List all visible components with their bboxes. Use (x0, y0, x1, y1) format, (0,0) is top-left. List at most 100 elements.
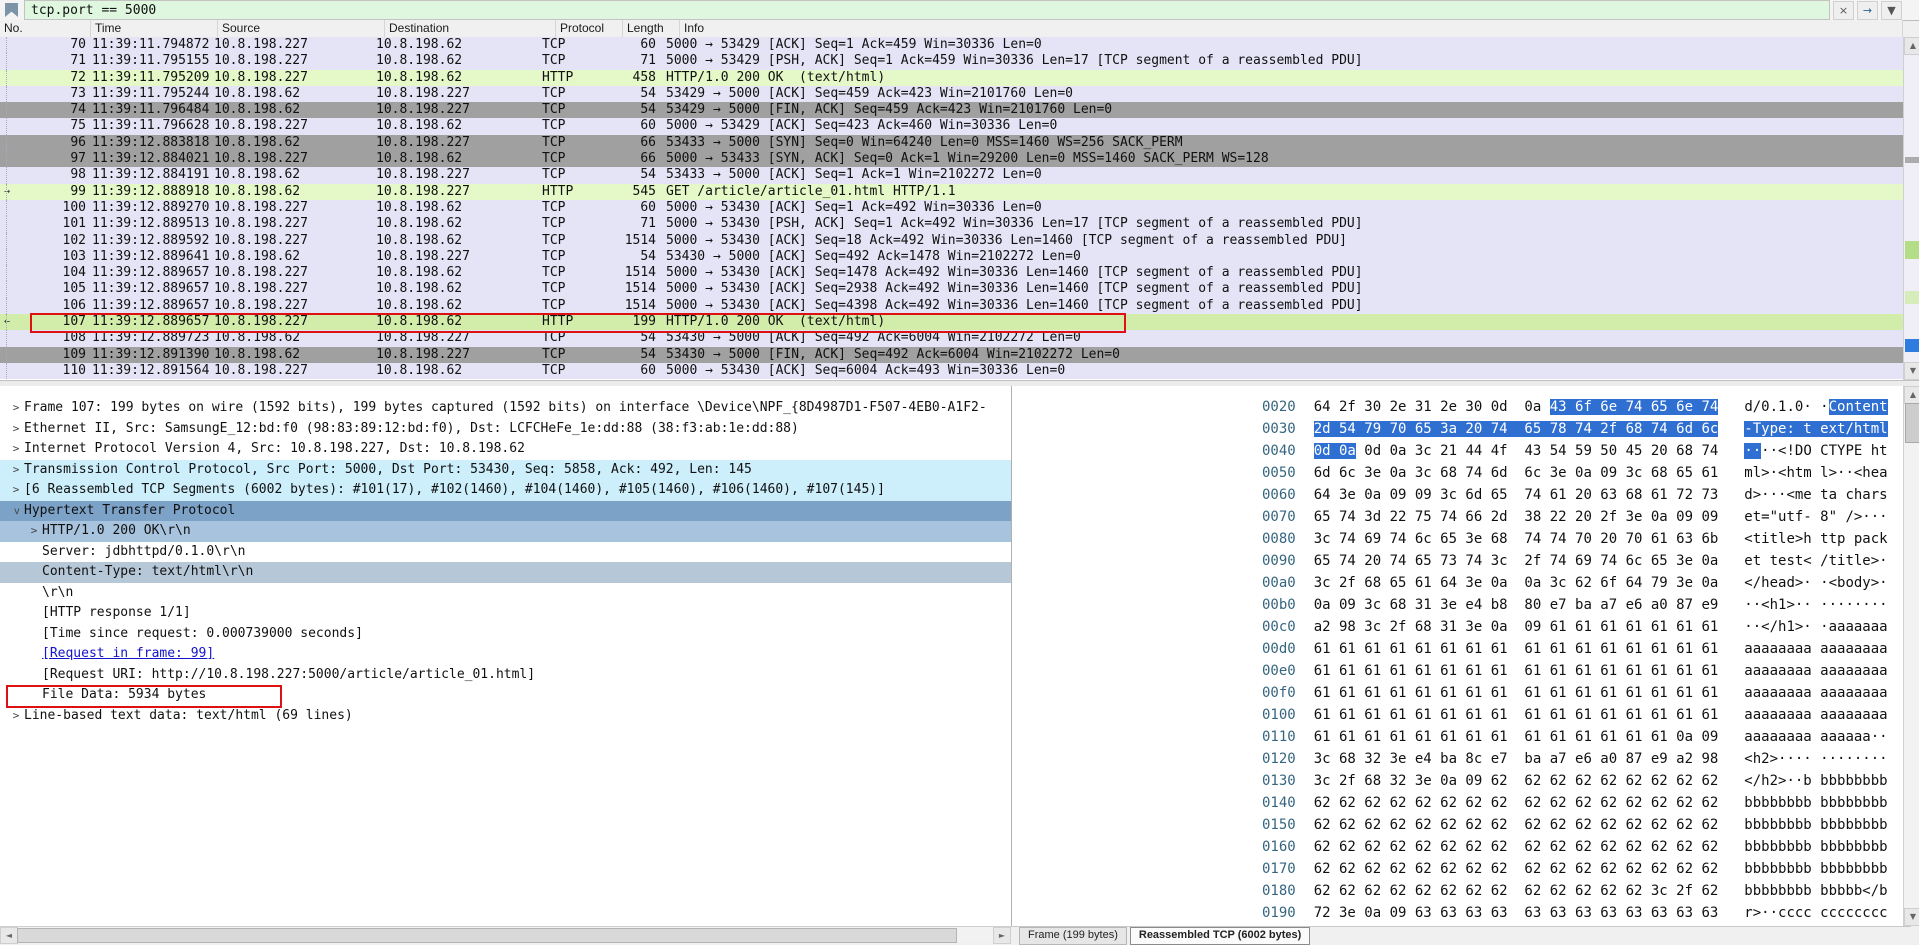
packet-list-header: No. Time Source Destination Protocol Len… (0, 20, 1903, 38)
detail-row[interactable]: > Ethernet II, Src: SamsungE_12:bd:f0 (98… (0, 419, 1011, 440)
detail-row[interactable]: > [6 Reassembled TCP Segments (6002 bytes… (0, 480, 1011, 501)
scrollbar-thumb[interactable] (1905, 403, 1919, 443)
hex-row-0170[interactable]: 0170 62 62 62 62 62 62 62 62 62 62 62 62 … (1262, 858, 1888, 880)
packet-row-72[interactable]: 72 11:39:11.795209 10.8.198.227 10.8.198.62… (0, 69, 1903, 86)
column-header-info[interactable]: Info (680, 20, 1903, 37)
hex-row-0160[interactable]: 0160 62 62 62 62 62 62 62 62 62 62 62 62 … (1262, 836, 1888, 858)
column-header-protocol[interactable]: Protocol (556, 20, 623, 37)
expander-icon[interactable]: > (8, 398, 24, 419)
display-filter-text: tcp.port == 5000 (31, 2, 157, 18)
hex-row-00e0[interactable]: 00e0 61 61 61 61 61 61 61 61 61 61 61 61 … (1262, 660, 1888, 682)
cell-len: 54 (640, 346, 656, 362)
packet-row-71[interactable]: 71 11:39:11.795155 10.8.198.227 10.8.198.62… (0, 53, 1903, 70)
expander-icon[interactable]: > (8, 419, 24, 440)
packet-list-scrollbar[interactable]: ▲ ▼ (1903, 37, 1919, 380)
hex-row-0100[interactable]: 0100 61 61 61 61 61 61 61 61 61 61 61 61 … (1262, 704, 1888, 726)
hex-row-0140[interactable]: 0140 62 62 62 62 62 62 62 62 62 62 62 62 … (1262, 792, 1888, 814)
packet-row-107[interactable]: ← 107 11:39:12.889657 10.8.198.227 10.8.198.… (0, 313, 1903, 334)
hex-row-00f0[interactable]: 00f0 61 61 61 61 61 61 61 61 61 61 61 61 … (1262, 682, 1888, 704)
hex-bytes: 64 2f 30 2e 31 2e 30 0d 0a 43 6f 6e 74 6… (1314, 399, 1719, 415)
detail-row[interactable]: [HTTP response 1/1] (0, 603, 1011, 624)
bytes-scrollbar[interactable]: ▲ ▼ (1903, 386, 1919, 926)
column-header-source[interactable]: Source (218, 20, 385, 37)
hex-row-0080[interactable]: 0080 3c 74 69 74 6c 65 3e 68 74 74 70 20 … (1262, 528, 1888, 550)
display-filter-input[interactable]: tcp.port == 5000 (24, 0, 1830, 20)
hex-row-00a0[interactable]: 00a0 3c 2f 68 65 61 64 3e 0a 0a 3c 62 6f … (1262, 572, 1888, 594)
packet-row-75[interactable]: 75 11:39:11.796628 10.8.198.227 10.8.198.62… (0, 118, 1903, 135)
expander-icon[interactable]: > (6, 503, 27, 519)
hex-row-0110[interactable]: 0110 61 61 61 61 61 61 61 61 61 61 61 61 … (1262, 726, 1888, 748)
hex-row-0150[interactable]: 0150 62 62 62 62 62 62 62 62 62 62 62 62 … (1262, 814, 1888, 836)
hex-row-0040[interactable]: 0040 0d 0a 0d 0a 3c 21 44 4f 43 54 59 50 … (1262, 440, 1888, 462)
detail-row[interactable]: > Hypertext Transfer Protocol (0, 500, 1011, 521)
hex-row-0020[interactable]: 0020 64 2f 30 2e 31 2e 30 0d 0a 43 6f 6e … (1262, 396, 1888, 418)
packet-row-104[interactable]: 104 11:39:12.889657 10.8.198.227 10.8.198.6… (0, 265, 1903, 282)
bytes-tab[interactable]: Frame (199 bytes) (1019, 927, 1127, 945)
packet-row-97[interactable]: 97 11:39:12.884021 10.8.198.227 10.8.198.62… (0, 151, 1903, 168)
hex-row-0090[interactable]: 0090 65 74 20 74 65 73 74 3c 2f 74 69 74 … (1262, 550, 1888, 572)
hex-row-00c0[interactable]: 00c0 a2 98 3c 2f 68 31 3e 0a 09 61 61 61 … (1262, 616, 1888, 638)
scroll-right-icon[interactable]: ► (993, 927, 1011, 944)
hex-row-0050[interactable]: 0050 6d 6c 3e 0a 3c 68 74 6d 6c 3e 0a 09 … (1262, 462, 1888, 484)
packet-row-105[interactable]: 105 11:39:12.889657 10.8.198.227 10.8.198.6… (0, 281, 1903, 298)
expander-icon[interactable]: > (8, 480, 24, 501)
packet-row-98[interactable]: 98 11:39:12.884191 10.8.198.62 10.8.198.227… (0, 167, 1903, 184)
scroll-up-icon[interactable]: ▲ (1904, 37, 1919, 55)
scroll-down-icon[interactable]: ▼ (1904, 362, 1919, 380)
scroll-left-icon[interactable]: ◄ (0, 927, 18, 944)
detail-row[interactable]: > HTTP/1.0 200 OK\r\n (0, 521, 1011, 542)
details-horizontal-scrollbar[interactable]: ◄ ► (0, 926, 1011, 944)
detail-row[interactable]: [Request URI: http://10.8.198.227:5000/a… (0, 665, 1011, 686)
bytes-tab-active[interactable]: Reassembled TCP (6002 bytes) (1129, 927, 1311, 945)
scroll-down-icon[interactable]: ▼ (1904, 908, 1919, 926)
packet-row-106[interactable]: 106 11:39:12.889657 10.8.198.227 10.8.198.6… (0, 297, 1903, 315)
detail-row[interactable]: > Frame 107: 199 bytes on wire (1592 bits… (0, 398, 1011, 419)
scroll-up-icon[interactable]: ▲ (1904, 386, 1919, 404)
detail-row[interactable]: \r\n (0, 583, 1011, 604)
hex-row-0180[interactable]: 0180 62 62 62 62 62 62 62 62 62 62 62 62 … (1262, 880, 1888, 902)
scrollbar-thumb[interactable] (17, 928, 957, 943)
packet-row-108[interactable]: 108 11:39:12.889723 10.8.198.62 10.8.198.22… (0, 330, 1903, 347)
packet-row-99[interactable]: → 99 11:39:12.888918 10.8.198.62 10.8.198.22… (0, 183, 1903, 200)
detail-row[interactable]: Content-Type: text/html\r\n (0, 562, 1011, 583)
hex-row-0120[interactable]: 0120 3c 68 32 3e e4 ba 8c e7 ba a7 e6 a0 … (1262, 748, 1888, 770)
packet-row-96[interactable]: 96 11:39:12.883818 10.8.198.62 10.8.198.227… (0, 134, 1903, 152)
hex-row-0190[interactable]: 0190 72 3e 0a 09 63 63 63 63 63 63 63 63 … (1262, 902, 1888, 924)
hex-row-00d0[interactable]: 00d0 61 61 61 61 61 61 61 61 61 61 61 61 … (1262, 638, 1888, 660)
packet-row-109[interactable]: 109 11:39:12.891390 10.8.198.62 10.8.198.22… (0, 346, 1903, 363)
column-header-time[interactable]: Time (91, 20, 218, 37)
cell-info: 5000 → 53429 [PSH, ACK] Seq=1 Ack=459 Wi… (666, 53, 1363, 69)
detail-row[interactable]: [Time since request: 0.000739000 seconds… (0, 624, 1011, 645)
column-header-no[interactable]: No. (0, 20, 91, 37)
packet-row-73[interactable]: 73 11:39:11.795244 10.8.198.62 10.8.198.227… (0, 85, 1903, 103)
hex-row-00b0[interactable]: 00b0 0a 09 3c 68 31 3e e4 b8 80 e7 ba a7 … (1262, 594, 1888, 616)
detail-row[interactable]: Server: jdbhttpd/0.1.0\r\n (0, 542, 1011, 563)
filter-bookmark-icon[interactable] (5, 3, 18, 17)
expander-icon[interactable]: > (8, 706, 24, 727)
detail-row[interactable]: File Data: 5934 bytes (0, 685, 1011, 708)
packet-row-100[interactable]: 100 11:39:12.889270 10.8.198.227 10.8.198.6… (0, 199, 1903, 217)
packet-row-102[interactable]: 102 11:39:12.889592 10.8.198.227 10.8.198.6… (0, 232, 1903, 249)
hex-row-0060[interactable]: 0060 64 3e 0a 09 09 3c 6d 65 74 61 20 63 … (1262, 484, 1888, 506)
column-header-length[interactable]: Length (623, 20, 680, 37)
detail-row[interactable]: [Request in frame: 99] (0, 644, 1011, 665)
detail-row[interactable]: > Internet Protocol Version 4, Src: 10.8.… (0, 439, 1011, 460)
detail-row[interactable]: > Transmission Control Protocol, Src Port… (0, 459, 1011, 481)
hex-row-0070[interactable]: 0070 65 74 3d 22 75 74 66 2d 38 22 20 2f … (1262, 506, 1888, 528)
packet-row-74[interactable]: 74 11:39:11.796484 10.8.198.62 10.8.198.227… (0, 102, 1903, 119)
packet-row-101[interactable]: 101 11:39:12.889513 10.8.198.227 10.8.198.6… (0, 216, 1903, 233)
clear-filter-button[interactable]: × (1833, 0, 1854, 20)
detail-row[interactable]: > Line-based text data: text/html (69 lin… (0, 706, 1011, 727)
apply-filter-button[interactable]: → (1857, 0, 1878, 20)
ascii-bytes: ml>·<htm l>··<hea (1744, 465, 1887, 481)
expander-icon[interactable]: > (8, 439, 24, 460)
hex-row-0030[interactable]: 0030 2d 54 79 70 65 3a 20 74 65 78 74 2f … (1262, 418, 1888, 440)
filter-dropdown-button[interactable]: ▼ (1881, 0, 1902, 20)
column-header-destination[interactable]: Destination (385, 20, 556, 37)
packet-row-70[interactable]: 70 11:39:11.794872 10.8.198.227 10.8.198.62… (0, 37, 1903, 54)
packet-row-103[interactable]: 103 11:39:12.889641 10.8.198.62 10.8.198.22… (0, 248, 1903, 266)
packet-row-110[interactable]: 110 11:39:12.891564 10.8.198.227 10.8.198.6… (0, 362, 1903, 380)
hex-row-0130[interactable]: 0130 3c 2f 68 32 3e 0a 09 62 62 62 62 62 … (1262, 770, 1888, 792)
expander-icon[interactable]: > (8, 460, 24, 481)
expander-icon[interactable]: > (26, 521, 42, 542)
